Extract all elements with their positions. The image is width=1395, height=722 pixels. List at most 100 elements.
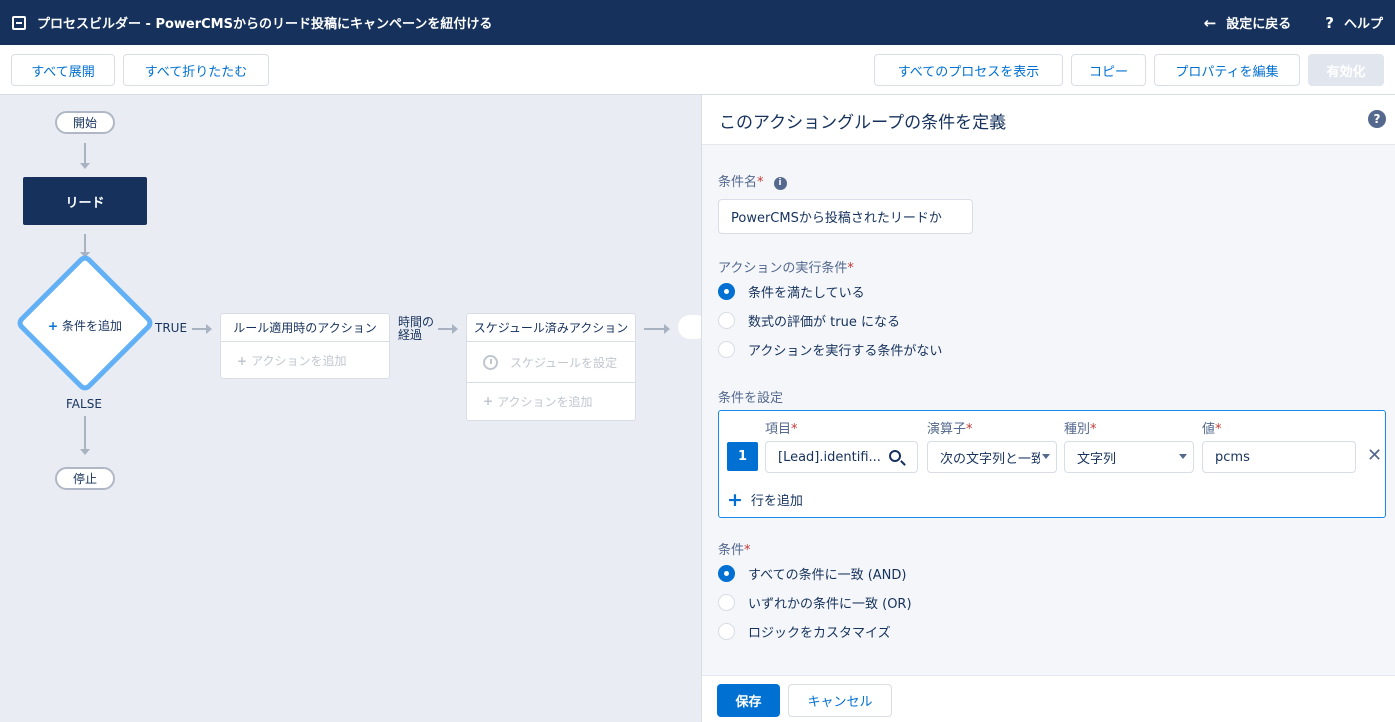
copy-button[interactable]: コピー: [1071, 54, 1146, 86]
close-icon[interactable]: ✕: [1367, 447, 1382, 465]
connector: [644, 328, 664, 330]
process-builder-icon: [12, 15, 26, 30]
execution-option-conditions-met[interactable]: 条件を満たしている: [718, 282, 865, 301]
arrow-right-icon: [452, 324, 458, 334]
operator-select[interactable]: 次の文字列と一致: [927, 441, 1057, 473]
clock-icon: [483, 354, 498, 370]
arrow-right-icon: [206, 324, 212, 334]
required-mark: *: [1215, 422, 1222, 437]
type-select[interactable]: 文字列: [1064, 441, 1194, 473]
criteria-name-input[interactable]: PowerCMSから投稿されたリードか: [718, 199, 973, 234]
logic-option-or[interactable]: いずれかの条件に一致 (OR): [718, 593, 912, 612]
add-action-label: アクションを追加: [251, 354, 347, 368]
panel-header: このアクショングループの条件を定義 ?: [702, 95, 1395, 145]
logic-option-label: すべての条件に一致 (AND): [748, 568, 907, 583]
connector: [438, 328, 452, 330]
required-mark: *: [757, 175, 764, 190]
set-schedule-label: スケジュールを設定: [510, 355, 618, 370]
connector: [84, 416, 86, 449]
page-title: プロセスビルダー - PowerCMSからのリード投稿にキャンペーンを紐付ける: [37, 17, 493, 32]
question-icon: ?: [1325, 13, 1334, 32]
operator-column-header: 演算子*: [927, 418, 973, 437]
cancel-button[interactable]: キャンセル: [788, 684, 892, 717]
execution-label: アクションの実行条件*: [718, 257, 854, 276]
true-label: TRUE: [155, 321, 188, 335]
time-elapsed-label: 時間の 経過: [398, 316, 434, 342]
execution-option-formula[interactable]: 数式の評価が true になる: [718, 311, 900, 330]
expand-all-button[interactable]: すべて展開: [11, 54, 115, 86]
help-question-icon[interactable]: ?: [1368, 110, 1386, 128]
criteria-panel: このアクショングループの条件を定義 ? 条件名* i PowerCMSから投稿され…: [701, 95, 1395, 722]
required-mark: *: [744, 543, 751, 558]
plus-icon: +: [237, 353, 248, 368]
add-action-button[interactable]: + アクションを追加: [221, 342, 389, 379]
execution-option-label: 数式の評価が true になる: [748, 315, 900, 330]
app-header: プロセスビルダー - PowerCMSからのリード投稿にキャンペーンを紐付ける …: [0, 0, 1395, 45]
plus-icon: +: [483, 394, 494, 408]
conditions-logic-label-text: 条件: [718, 543, 745, 558]
chevron-down-icon: [1179, 454, 1187, 459]
value-column-header: 値*: [1202, 418, 1222, 437]
panel-title: このアクショングループの条件を定義: [719, 113, 1007, 133]
radio-unselected-icon: [718, 594, 735, 611]
radio-selected-icon: [718, 565, 735, 582]
collapse-all-button[interactable]: すべて折りたたむ: [123, 54, 269, 86]
type-column-header: 種別*: [1064, 418, 1097, 437]
search-icon[interactable]: [889, 450, 901, 462]
back-to-setup-link[interactable]: ← 設定に戻る: [1204, 13, 1292, 33]
object-node[interactable]: リード: [23, 177, 147, 225]
stop-node: 停止: [55, 467, 115, 490]
value-input[interactable]: pcms: [1202, 441, 1356, 473]
add-scheduled-action-button[interactable]: + アクションを追加: [467, 382, 635, 419]
back-to-setup-label: 設定に戻る: [1226, 17, 1292, 32]
logic-option-label: いずれかの条件に一致 (OR): [748, 597, 912, 612]
panel-footer: 保存 キャンセル: [702, 675, 1395, 722]
row-number: 1: [727, 442, 758, 471]
required-mark: *: [847, 261, 854, 276]
start-node: 開始: [55, 111, 115, 134]
connector: [84, 234, 86, 252]
radio-selected-icon: [718, 283, 735, 300]
set-schedule-button[interactable]: スケジュールを設定: [467, 342, 635, 382]
type-value: 文字列: [1077, 451, 1117, 467]
conditions-table: 項目* 演算子* 種別* 値* 1 [Lead].identifi... 次の文…: [718, 410, 1386, 518]
field-column-text: 項目: [765, 422, 792, 437]
false-label: FALSE: [66, 397, 102, 411]
required-mark: *: [1090, 422, 1097, 437]
conditions-logic-label: 条件*: [718, 539, 751, 558]
connector: [192, 328, 206, 330]
execution-option-label: アクションを実行する条件がない: [748, 344, 943, 359]
process-canvas: 開始 リード + 条件を追加 TRUE FALSE 停止 ルール適用時のアクショ…: [0, 95, 701, 722]
field-lookup[interactable]: [Lead].identifi...: [765, 441, 918, 473]
scheduled-actions-header: スケジュール済みアクション: [467, 314, 635, 342]
scheduled-actions-box: スケジュール済みアクション スケジュールを設定 + アクションを追加: [466, 313, 636, 421]
field-value: [Lead].identifi...: [778, 449, 881, 465]
edit-properties-button[interactable]: プロパティを編集: [1154, 54, 1300, 86]
toolbar: すべて展開 すべて折りたたむ すべてのプロセスを表示 コピー プロパティを編集 …: [0, 45, 1395, 95]
add-criteria-label: 条件を追加: [61, 319, 122, 333]
add-row-button[interactable]: + 行を追加: [727, 490, 803, 509]
logic-option-label: ロジックをカスタマイズ: [748, 626, 891, 641]
arrow-down-icon: [80, 163, 90, 169]
info-icon[interactable]: i: [773, 177, 787, 190]
help-link[interactable]: ? ヘルプ: [1325, 13, 1383, 33]
execution-option-no-criteria[interactable]: アクションを実行する条件がない: [718, 340, 942, 359]
set-conditions-label: 条件を設定: [718, 391, 784, 406]
show-all-processes-button[interactable]: すべてのプロセスを表示: [874, 54, 1063, 86]
execution-label-text: アクションの実行条件: [718, 261, 848, 276]
operator-value: 次の文字列と一致: [940, 451, 1040, 467]
logic-option-custom[interactable]: ロジックをカスタマイズ: [718, 622, 891, 641]
save-button[interactable]: 保存: [717, 684, 780, 717]
required-mark: *: [791, 422, 798, 437]
activate-button[interactable]: 有効化: [1308, 54, 1384, 86]
immediate-actions-header: ルール適用時のアクション: [221, 314, 389, 342]
arrow-down-icon: [80, 449, 90, 455]
time-elapsed-line2: 経過: [398, 328, 423, 342]
arrow-right-icon: [664, 324, 670, 334]
criteria-name-label: 条件名* i: [718, 171, 787, 190]
radio-unselected-icon: [718, 623, 735, 640]
criteria-name-label-text: 条件名: [718, 175, 758, 190]
add-criteria-node[interactable]: + 条件を追加: [35, 317, 135, 334]
logic-option-and[interactable]: すべての条件に一致 (AND): [718, 564, 906, 583]
end-node: [678, 315, 701, 339]
